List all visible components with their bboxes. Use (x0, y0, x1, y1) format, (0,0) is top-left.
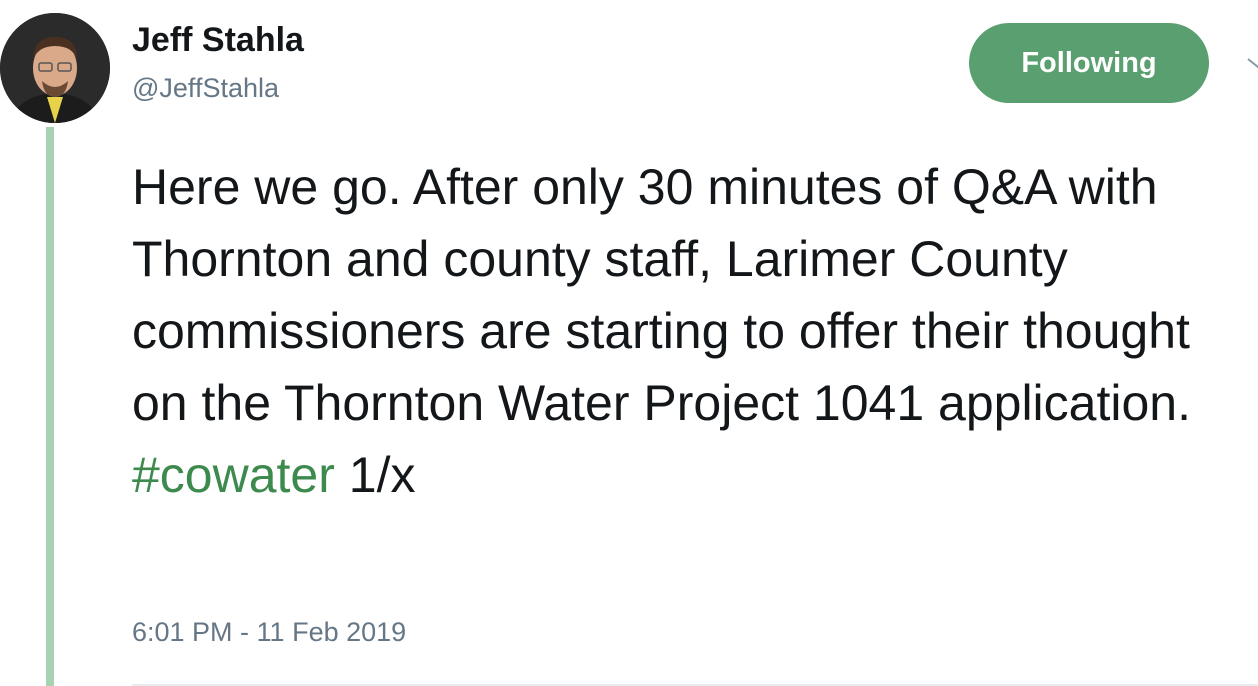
tweet-card: Jeff Stahla @JeffStahla Following Here w… (0, 0, 1258, 686)
tweet-timestamp[interactable]: 6:01 PM - 11 Feb 2019 (132, 617, 406, 648)
hashtag-link[interactable]: #cowater (132, 447, 335, 503)
chevron-down-icon[interactable] (1246, 56, 1258, 68)
avatar[interactable] (0, 13, 110, 123)
following-button[interactable]: Following (969, 23, 1209, 103)
avatar-photo (0, 13, 110, 123)
tweet-text-suffix: 1/x (334, 447, 416, 503)
thread-line (46, 127, 54, 686)
chevron-down-glyph (1247, 58, 1258, 68)
author-display-name[interactable]: Jeff Stahla (132, 21, 304, 60)
author-handle[interactable]: @JeffStahla (132, 73, 279, 104)
tweet-text-body: Here we go. After only 30 minutes of Q&A… (132, 159, 1191, 431)
tweet-text: Here we go. After only 30 minutes of Q&A… (132, 151, 1212, 511)
